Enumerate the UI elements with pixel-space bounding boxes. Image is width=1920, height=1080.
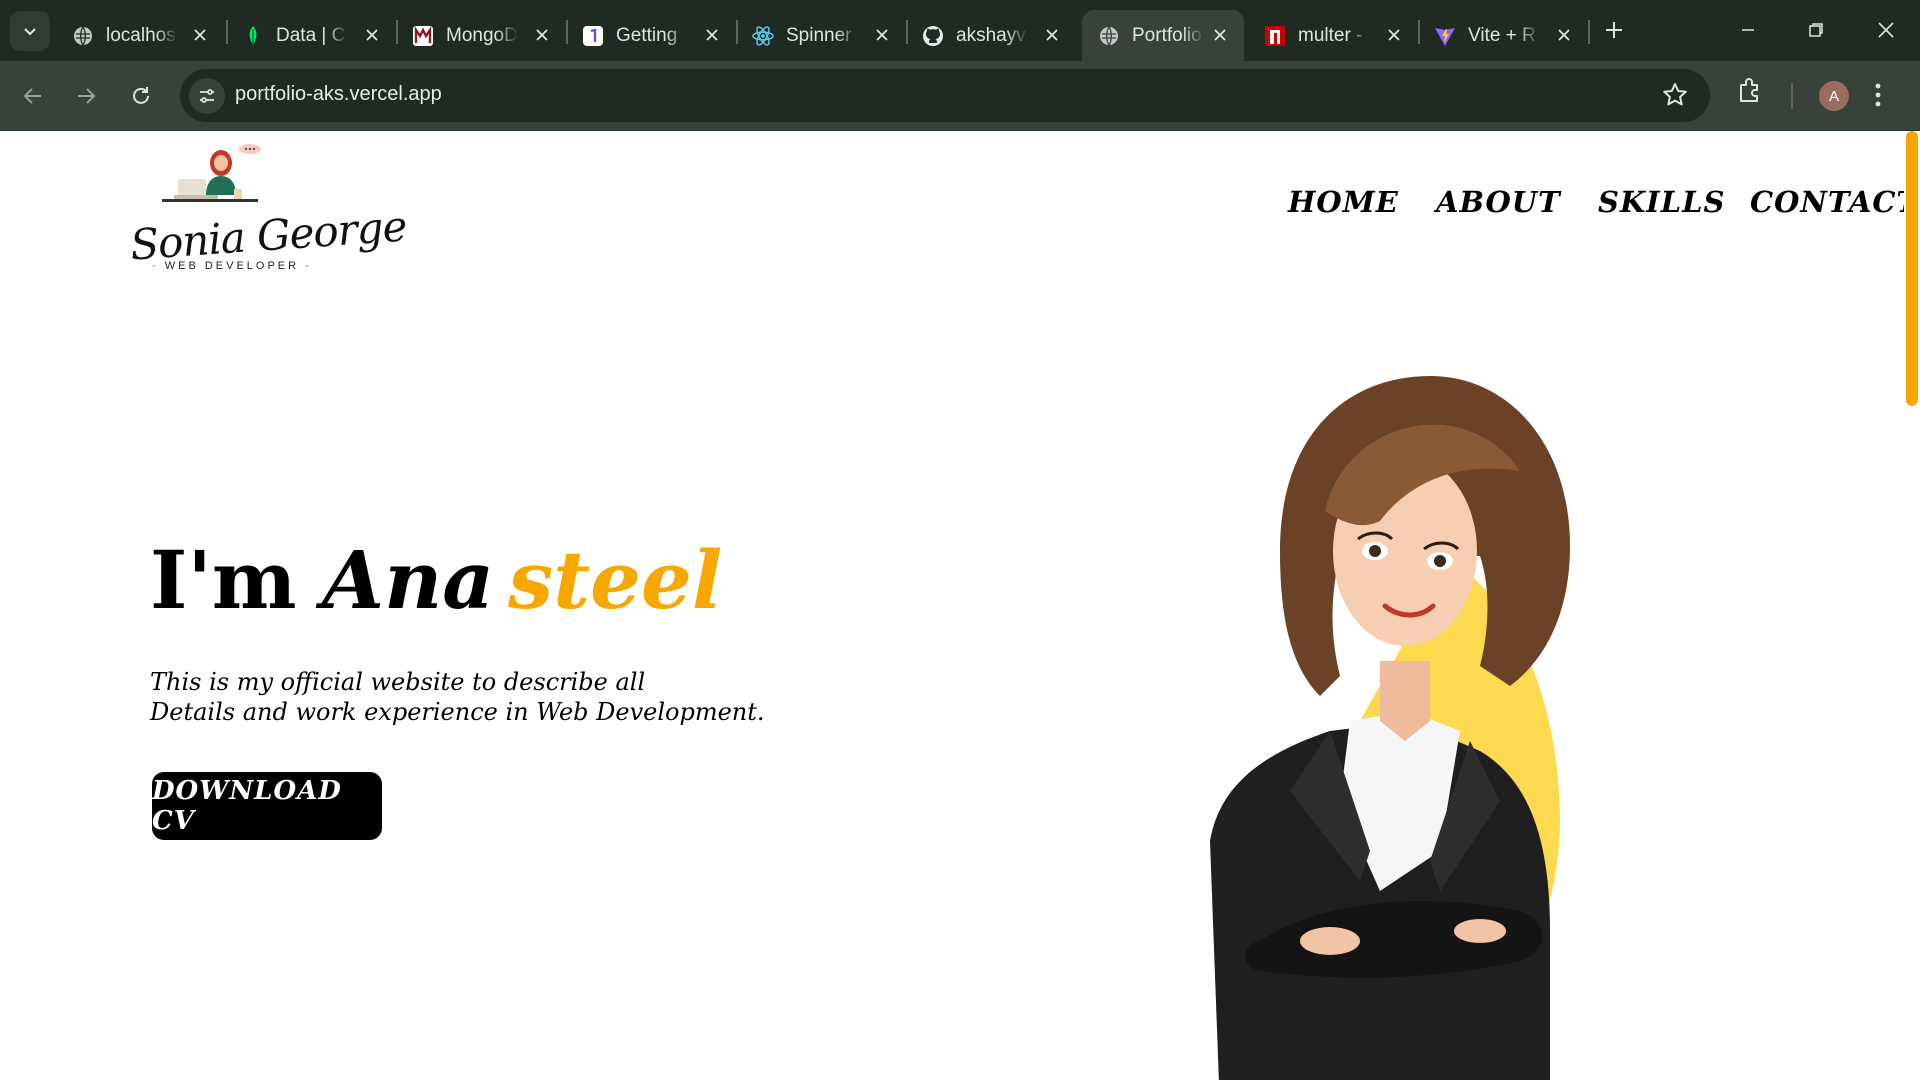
npm-icon	[1264, 25, 1286, 47]
tab-title: Data | C	[276, 24, 346, 46]
browser-tab[interactable]: Vite + R	[1418, 10, 1588, 61]
tab-search-button[interactable]	[10, 11, 50, 51]
tune-icon	[200, 89, 214, 103]
github-icon	[922, 25, 944, 47]
restore-button[interactable]	[1792, 10, 1840, 50]
close-icon[interactable]	[1384, 25, 1404, 45]
back-button[interactable]	[12, 75, 54, 117]
reload-button[interactable]	[120, 75, 162, 117]
browser-toolbar: portfolio-aks.vercel.app A	[0, 61, 1920, 131]
nav-about[interactable]: ABOUT	[1436, 185, 1561, 219]
address-bar[interactable]: portfolio-aks.vercel.app	[180, 69, 1710, 122]
chevron-down-icon	[24, 28, 36, 36]
hero-description: This is my official website to describe …	[150, 667, 765, 727]
hero-greeting: I'm	[150, 533, 297, 627]
plus-icon	[1606, 22, 1622, 38]
hero-name-second: steel	[508, 533, 723, 627]
close-icon	[1878, 22, 1894, 38]
toolbar-separator	[1791, 83, 1793, 109]
doc-icon	[582, 25, 604, 47]
restore-icon	[1809, 23, 1823, 37]
hero-description-line: This is my official website to describe …	[150, 668, 646, 696]
tab-title: localhost	[106, 24, 178, 46]
close-icon[interactable]	[1042, 25, 1062, 45]
tab-title: multer -	[1298, 24, 1363, 46]
tab-title: MongoDB	[446, 24, 518, 46]
react-icon	[752, 25, 774, 47]
mongodb-leaf-icon	[242, 25, 264, 47]
minimize-icon	[1742, 29, 1754, 31]
close-icon[interactable]	[362, 25, 382, 45]
globe-icon	[72, 25, 94, 47]
kebab-menu-icon[interactable]	[1874, 81, 1882, 114]
close-icon[interactable]	[1210, 25, 1230, 45]
developer-at-desk-icon	[162, 144, 261, 202]
extensions-icon[interactable]	[1736, 76, 1764, 109]
profile-avatar[interactable]: A	[1819, 81, 1849, 111]
businesswoman-illustration	[1210, 376, 1570, 1080]
arrow-right-icon	[78, 88, 96, 104]
page-viewport: Sonia George · WEB DEVELOPER · HOME ABOU…	[0, 131, 1920, 1080]
arrow-left-icon	[23, 88, 41, 104]
browser-tab[interactable]: Data | C	[226, 10, 396, 61]
new-tab-button[interactable]	[1598, 14, 1630, 46]
hero-description-line: Details and work experience in Web Devel…	[150, 698, 765, 726]
page-scrollbar[interactable]	[1904, 131, 1920, 1080]
close-icon[interactable]	[872, 25, 892, 45]
close-icon[interactable]	[1554, 25, 1574, 45]
globe-icon	[1098, 25, 1120, 47]
browser-tab[interactable]: akshayv	[906, 10, 1076, 61]
close-window-button[interactable]	[1862, 10, 1910, 50]
browser-tab[interactable]: Getting	[566, 10, 736, 61]
bookmark-star-icon[interactable]	[1662, 82, 1688, 113]
browser-tab-active[interactable]: Portfolio	[1082, 10, 1244, 61]
nav-skills[interactable]: SKILLS	[1598, 185, 1725, 219]
reload-icon	[133, 87, 149, 104]
tab-title: akshayv	[956, 24, 1026, 46]
tab-title: Getting	[616, 24, 678, 46]
browser-tab-strip: localhost Data | C MongoDB Getting Spinn…	[0, 0, 1920, 61]
hero-name-first: Ana	[322, 533, 495, 627]
site-logo[interactable]: Sonia George · WEB DEVELOPER ·	[126, 137, 408, 272]
logo-role: · WEB DEVELOPER ·	[152, 260, 312, 272]
vite-icon	[1434, 25, 1456, 47]
nav-contact[interactable]: CONTACT	[1750, 185, 1919, 219]
close-icon[interactable]	[702, 25, 722, 45]
browser-tab[interactable]: Spinner	[736, 10, 906, 61]
tab-separator	[1588, 20, 1590, 44]
m-logo-icon	[412, 25, 434, 47]
browser-tab[interactable]: localhost	[56, 10, 224, 61]
forward-button[interactable]	[65, 75, 107, 117]
tab-title: Portfolio	[1132, 24, 1202, 46]
url-text[interactable]: portfolio-aks.vercel.app	[235, 83, 442, 106]
tab-title: Spinner	[786, 24, 852, 46]
browser-tab[interactable]: multer -	[1248, 10, 1418, 61]
close-icon[interactable]	[532, 25, 552, 45]
browser-tab[interactable]: MongoDB	[396, 10, 566, 61]
site-info-button[interactable]	[189, 78, 225, 114]
download-cv-button[interactable]: DOWNLOAD CV	[152, 772, 382, 840]
hero-title: I'm Ana steel	[150, 533, 722, 627]
tab-title: Vite + R	[1468, 24, 1536, 46]
close-icon[interactable]	[190, 25, 210, 45]
scrollbar-thumb[interactable]	[1906, 131, 1918, 406]
minimize-button[interactable]	[1724, 10, 1772, 50]
nav-home[interactable]: HOME	[1288, 185, 1399, 219]
